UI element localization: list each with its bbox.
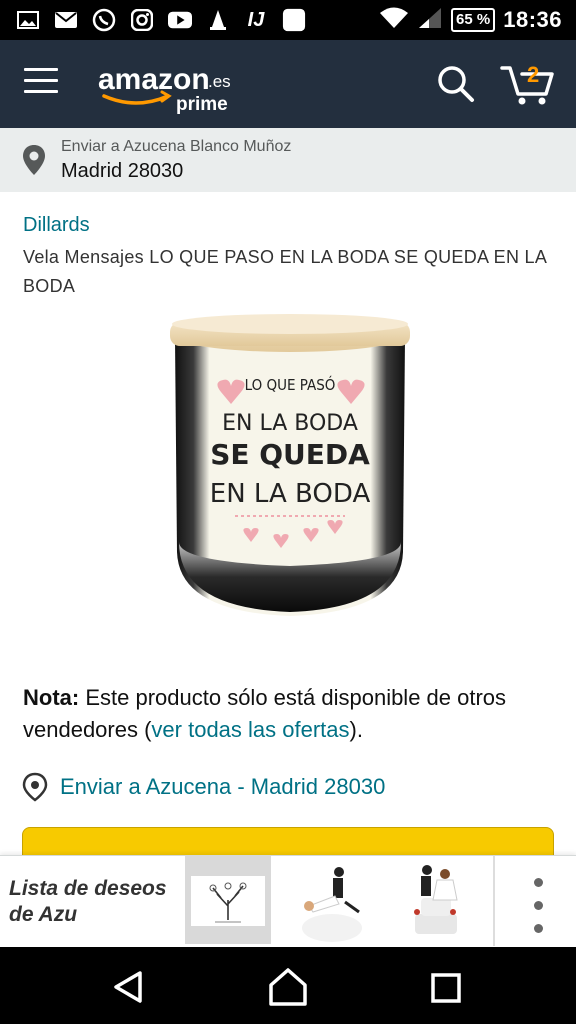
svg-text:LO QUE PASÓ: LO QUE PASÓ [245, 375, 336, 394]
recents-icon[interactable] [431, 973, 461, 1003]
note-label: Nota: [23, 685, 80, 710]
product-title: Vela Mensajes LO QUE PASO EN LA BODA SE … [23, 247, 547, 296]
amazon-prime-logo[interactable]: amazon .es prime [96, 56, 256, 116]
address-recipient: Enviar a Azucena Blanco Muñoz [61, 138, 292, 155]
svg-text:amazon: amazon [98, 63, 210, 96]
address-city: Madrid 28030 [61, 160, 184, 182]
brand-link[interactable]: Dillards [23, 214, 90, 237]
deliver-to-text: Enviar a Azucena - Madrid 28030 [60, 774, 386, 799]
app-header: amazon .es prime 2 [0, 40, 576, 128]
back-icon[interactable] [110, 969, 146, 1005]
more-options-button[interactable] [526, 864, 550, 938]
wifi-icon [379, 6, 409, 35]
svg-text:EN LA BODA: EN LA BODA [210, 479, 371, 509]
wishlist-title[interactable]: Lista de deseos de Azu [9, 876, 179, 928]
note-end: ). [349, 717, 363, 742]
availability-note: Nota: Este producto sólo está disponible… [23, 682, 563, 746]
home-icon[interactable] [268, 967, 308, 1007]
wedding-couple-figurine-thumbnail [302, 867, 362, 942]
divider [493, 856, 495, 946]
search-button[interactable] [436, 64, 476, 104]
status-bar: IJ 65 % 18:36 [0, 0, 576, 40]
delivery-address-bar[interactable]: Enviar a Azucena Blanco Muñoz Madrid 280… [0, 128, 576, 192]
instagram-icon [130, 9, 154, 31]
app-icon [282, 8, 306, 32]
see-all-offers-link[interactable]: ver todas las ofertas [151, 717, 349, 742]
cart-count-badge: 2 [527, 62, 540, 87]
carrier-icon: IJ [247, 8, 265, 31]
mail-icon [54, 9, 78, 31]
location-pin-icon [23, 145, 45, 175]
signal-icon [417, 6, 443, 35]
cart-button[interactable]: 2 [500, 60, 560, 110]
svg-text:.es: .es [208, 72, 231, 91]
location-target-icon [22, 772, 48, 802]
svg-text:prime: prime [176, 94, 228, 115]
wedding-cake-topper-thumbnail [414, 865, 458, 934]
guestbook-tree-thumbnail [191, 876, 265, 926]
youtube-icon [168, 9, 192, 31]
clock: 18:36 [503, 7, 562, 32]
deliver-to-link[interactable]: Enviar a Azucena - Madrid 28030 [22, 772, 385, 802]
system-navigation-bar [0, 947, 576, 1024]
svg-text:EN LA BODA: EN LA BODA [222, 411, 358, 436]
wishlist-item[interactable] [393, 856, 479, 944]
menu-icon [24, 68, 58, 71]
wishlist-item[interactable] [289, 856, 375, 944]
menu-button[interactable] [24, 68, 64, 100]
more-vertical-icon [533, 878, 543, 887]
search-icon [438, 66, 474, 102]
battery-indicator: 65 % [451, 8, 496, 32]
product-image[interactable]: LO QUE PASÓ EN LA BODA SE QUEDA EN LA BO… [165, 312, 415, 622]
notification-icon [206, 9, 230, 31]
whatsapp-icon [92, 8, 116, 32]
svg-text:SE QUEDA: SE QUEDA [210, 438, 370, 471]
wishlist-bar: Lista de deseos de Azu [0, 855, 576, 947]
gallery-icon [16, 9, 40, 31]
wishlist-item[interactable] [185, 856, 271, 944]
